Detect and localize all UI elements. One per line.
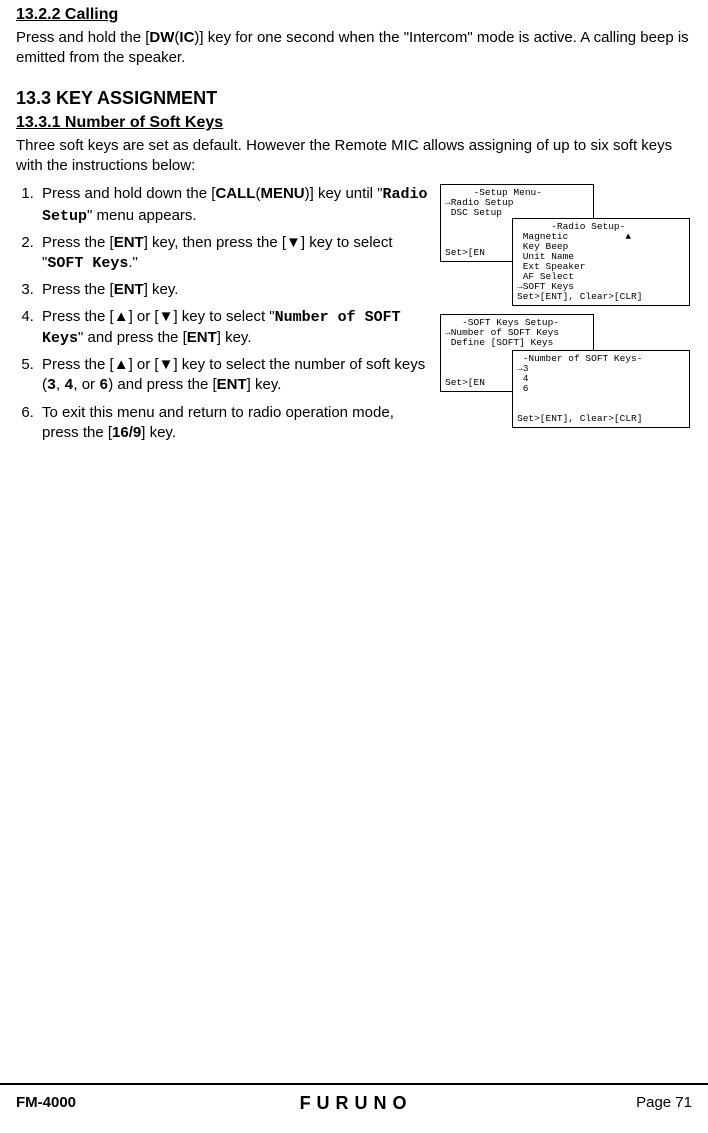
step-5: Press the [] or [] key to select the num… [38, 355, 432, 397]
text: ] key. [144, 281, 179, 298]
text: " and press the [ [78, 329, 187, 346]
key-16-9: 16/9 [112, 424, 141, 441]
lcd-number-of-soft-keys: -Number of SOFT Keys- →3 4 6 Set>[ENT], … [512, 350, 690, 428]
option-6: 6 [99, 377, 108, 394]
text: , or [73, 376, 99, 393]
text: ] key, then press the [ [144, 234, 286, 251]
step-6: To exit this menu and return to radio op… [38, 403, 432, 444]
key-ent: ENT [187, 329, 217, 346]
text: ] key until " [310, 185, 383, 202]
model-label: FM-4000 [16, 1093, 76, 1113]
para-13-2-2: Press and hold the [DW(IC)] key for one … [16, 28, 692, 69]
key-call: CALL [215, 185, 255, 202]
key-ent: ENT [217, 376, 247, 393]
text: ] key. [217, 329, 252, 346]
text: Press the [ [42, 234, 114, 251]
text: ." [128, 254, 138, 271]
text: Press and hold down the [ [42, 185, 215, 202]
up-arrow-icon [114, 308, 129, 325]
step-1: Press and hold down the [CALL(MENU)] key… [38, 184, 432, 227]
page-footer: FM-4000 FURUNO Page 71 [0, 1083, 708, 1115]
down-arrow-icon [159, 308, 174, 325]
heading-13-2-2: 13.2.2 Calling [16, 4, 692, 26]
key-ent: ENT [114, 234, 144, 251]
text: ] or [ [129, 356, 159, 373]
text: Press and hold the [ [16, 29, 149, 46]
heading-13-3-1: 13.3.1 Number of Soft Keys [16, 112, 692, 134]
lcd-radio-setup: -Radio Setup- Magnetic ▲ Key Beep Unit N… [512, 218, 690, 306]
step-4: Press the [] or [] key to select "Number… [38, 307, 432, 350]
steps-list: Press and hold down the [CALL(MENU)] key… [16, 184, 432, 449]
text: Press the [ [42, 356, 114, 373]
step-3: Press the [ENT] key. [38, 280, 432, 300]
heading-13-3: 13.3 KEY ASSIGNMENT [16, 86, 692, 110]
text: Press the [ [42, 308, 114, 325]
text: " menu appears. [87, 207, 197, 224]
para-13-3-1-intro: Three soft keys are set as default. Howe… [16, 136, 692, 177]
key-menu: MENU [260, 185, 304, 202]
text: To exit this menu and return to radio op… [42, 404, 394, 441]
step-2: Press the [ENT] key, then press the [] k… [38, 233, 432, 275]
down-arrow-icon [159, 356, 174, 373]
option-3: 3 [47, 377, 56, 394]
text: ] key to select " [173, 308, 274, 325]
text: ] or [ [129, 308, 159, 325]
text: ] key. [141, 424, 176, 441]
down-arrow-icon [286, 234, 301, 251]
lcd-screenshots: -Setup Menu- →Radio Setup DSC Setup Set>… [440, 184, 692, 444]
page-number: Page 71 [636, 1093, 692, 1113]
text: ) and press the [ [108, 376, 216, 393]
brand-logo: FURUNO [300, 1091, 413, 1115]
menu-soft-keys: SOFT Keys [47, 255, 128, 272]
text: ] key. [247, 376, 282, 393]
key-dw: DW [149, 29, 174, 46]
up-arrow-icon [114, 356, 129, 373]
text: Press the [ [42, 281, 114, 298]
key-ent: ENT [114, 281, 144, 298]
key-ic: IC [179, 29, 194, 46]
